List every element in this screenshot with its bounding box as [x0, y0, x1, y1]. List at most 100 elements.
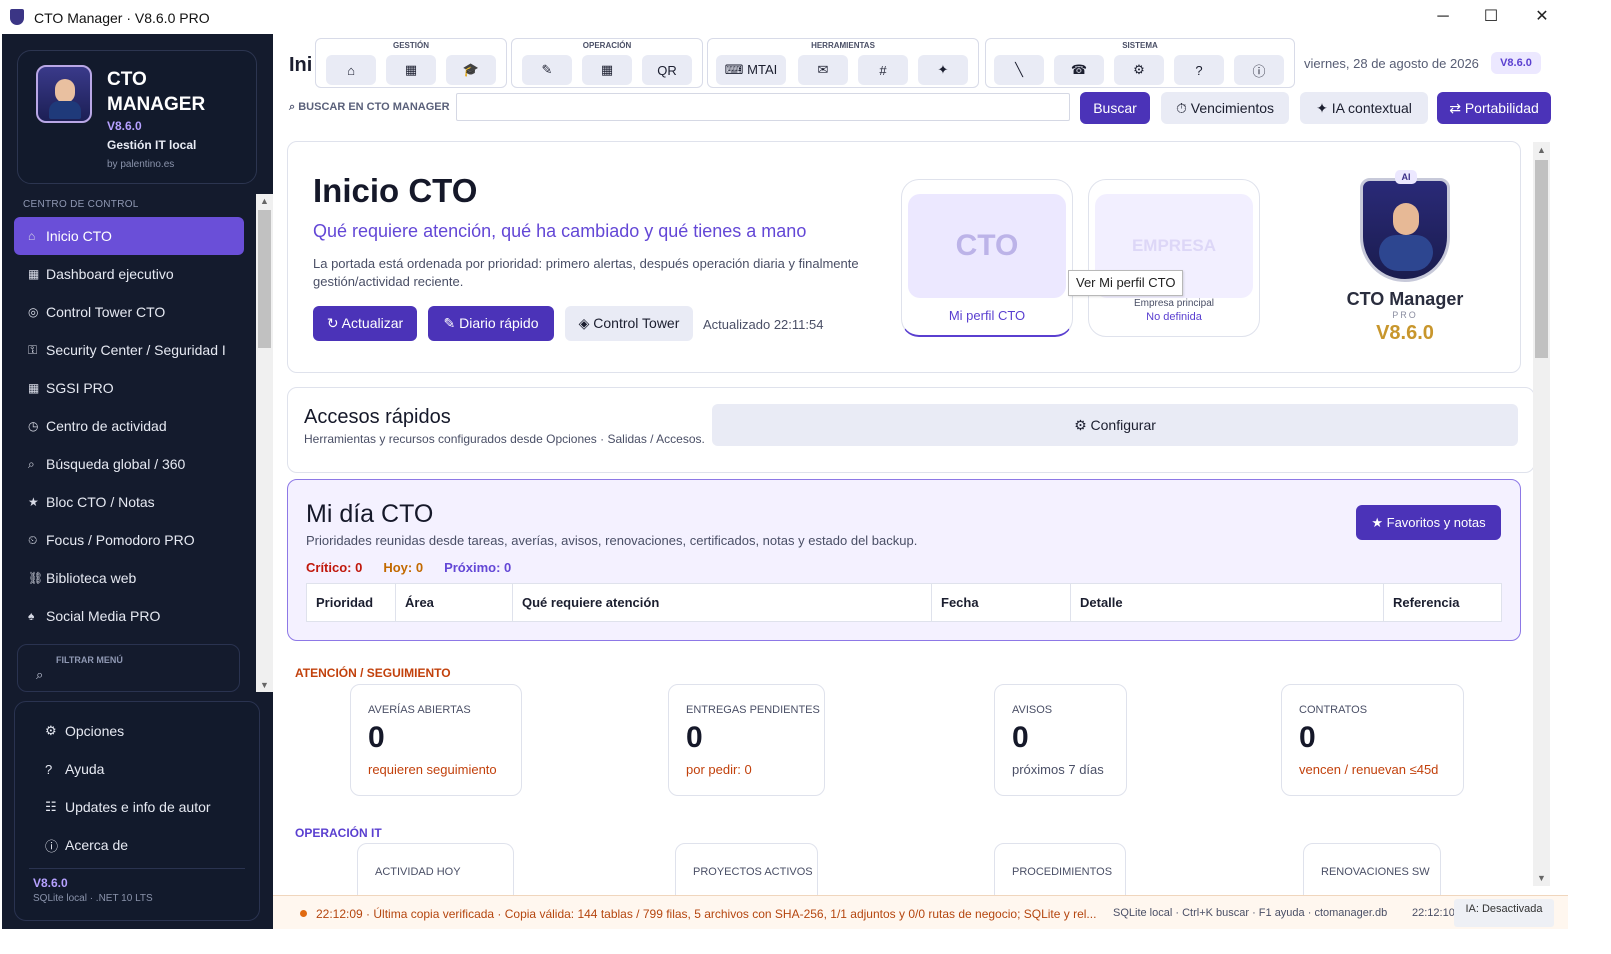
edit-button[interactable]: ✎: [522, 55, 572, 85]
kpi-card-contratos[interactable]: CONTRATOS 0 vencen / renuevan ≤45d: [1281, 684, 1464, 796]
sparkle-button[interactable]: ✦: [918, 55, 968, 85]
control-tower-button[interactable]: ◈ Control Tower: [565, 306, 693, 341]
sidebar-item-focus[interactable]: ⏲ Focus / Pomodoro PRO: [14, 521, 244, 559]
list-icon: ☷: [45, 799, 57, 814]
toolbar-group-sistema: SISTEMA ╲ ☎ ⚙ ? ⓘ: [985, 38, 1295, 88]
scroll-down-arrow-icon[interactable]: ▼: [256, 680, 273, 690]
sidebar-scrollbar[interactable]: ▲ ▼: [256, 194, 273, 692]
dashboard-button[interactable]: ▦: [386, 55, 436, 85]
search-icon: ⌕: [28, 456, 35, 471]
global-search-input[interactable]: [456, 93, 1070, 121]
tools-button[interactable]: ╲: [994, 55, 1044, 85]
page-title: Inicio CTO: [313, 172, 478, 209]
ia-status-button[interactable]: IA: Desactivada: [1454, 899, 1554, 927]
company-profile-card[interactable]: EMPRESA Empresa principal No definida: [1088, 179, 1260, 337]
kpi-card-renovaciones[interactable]: RENOVACIONES SW: [1303, 843, 1441, 895]
sidebar-item-updates[interactable]: ☷ Updates e info de autor: [15, 788, 261, 826]
lock-icon: ⚿: [28, 342, 38, 357]
configurar-button[interactable]: ⚙ Configurar: [712, 404, 1518, 446]
mtai-button[interactable]: ⌨ MTAI: [716, 55, 786, 85]
close-button[interactable]: ✕: [1528, 6, 1556, 28]
settings-button[interactable]: ⚙: [1114, 55, 1164, 85]
updated-timestamp: Actualizado 22:11:54: [703, 317, 824, 332]
column-header[interactable]: Detalle: [1071, 584, 1384, 621]
mail-button[interactable]: ✉: [798, 55, 848, 85]
column-header[interactable]: Prioridad: [307, 584, 396, 621]
scroll-down-arrow-icon[interactable]: ▼: [1533, 873, 1550, 883]
sidebar-item-security[interactable]: ⚿ Security Center / Seguridad I: [14, 331, 244, 369]
kpi-card-averias[interactable]: AVERÍAS ABIERTAS 0 requieren seguimiento: [350, 684, 522, 796]
column-header[interactable]: Fecha: [932, 584, 1071, 621]
sidebar-item-dashboard[interactable]: ▦ Dashboard ejecutivo: [14, 255, 244, 293]
sidebar-item-library[interactable]: ⛓ Biblioteca web: [14, 559, 244, 597]
brand-subtitle: Gestión IT local: [107, 138, 197, 152]
main-scroll-thumb[interactable]: [1535, 160, 1548, 358]
kpi-card-avisos[interactable]: AVISOS 0 próximos 7 días: [994, 684, 1127, 796]
cto-profile-card[interactable]: CTO Mi perfil CTO: [901, 179, 1073, 337]
kpi-card-actividad[interactable]: ACTIVIDAD HOY: [357, 843, 514, 895]
filter-menu-input[interactable]: FILTRAR MENÚ ⌕: [17, 644, 240, 692]
window-title: CTO Manager · V8.6.0 PRO: [34, 10, 210, 26]
mi-dia-card: Mi día CTO Prioridades reunidas desde ta…: [287, 479, 1521, 641]
kpi-card-proyectos[interactable]: PROYECTOS ACTIVOS: [675, 843, 818, 895]
column-header[interactable]: Área: [396, 584, 513, 621]
sidebar-item-label: Bloc CTO / Notas: [46, 494, 155, 510]
sidebar-item-label: Focus / Pomodoro PRO: [46, 532, 195, 548]
portabilidad-button[interactable]: ⇄ Portabilidad: [1437, 92, 1551, 124]
status-meta: SQLite local · Ctrl+K buscar · F1 ayuda …: [1113, 907, 1388, 919]
info-icon: ⓘ: [45, 838, 59, 854]
main-scrollbar[interactable]: ▲ ▼: [1533, 142, 1550, 886]
grid-button[interactable]: ▦: [582, 55, 632, 85]
sidebar-item-inicio[interactable]: ⌂ Inicio CTO: [14, 217, 244, 255]
sidebar-item-social[interactable]: ♠ Social Media PRO: [14, 597, 244, 635]
priority-table[interactable]: Prioridad Área Qué requiere atención Fec…: [306, 583, 1502, 622]
phone-button[interactable]: ☎: [1054, 55, 1104, 85]
top-toolbar: Ini GESTIÓN ⌂ ▦ 🎓 OPERACIÓN ✎ ▦ QR HERRA…: [273, 34, 1568, 140]
kpi-card-procedimientos[interactable]: PROCEDIMIENTOS: [994, 843, 1126, 895]
actualizar-button[interactable]: ↻ Actualizar: [313, 306, 417, 341]
group-label: HERRAMIENTAS: [811, 41, 875, 50]
buscar-button[interactable]: Buscar: [1080, 92, 1150, 124]
scroll-up-arrow-icon[interactable]: ▲: [256, 196, 273, 206]
brand-version: V8.6.0: [107, 119, 142, 133]
sidebar-item-label: Updates e info de autor: [65, 799, 211, 815]
sidebar-item-label: Búsqueda global / 360: [46, 456, 186, 472]
kpi-label: AVERÍAS ABIERTAS: [368, 704, 471, 716]
sidebar-item-label: Ayuda: [65, 761, 105, 777]
ia-contextual-button[interactable]: ✦ IA contextual: [1300, 92, 1428, 124]
column-header[interactable]: Referencia: [1384, 584, 1501, 621]
sidebar-item-sgsi[interactable]: ▦ SGSI PRO: [14, 369, 244, 407]
sidebar-item-acerca[interactable]: ⓘ Acerca de: [15, 826, 261, 864]
sidebar-scroll-thumb[interactable]: [258, 210, 271, 348]
sidebar-item-label: Biblioteca web: [46, 570, 137, 586]
grid-icon: ▦: [28, 381, 40, 395]
scroll-up-arrow-icon[interactable]: ▲: [1533, 145, 1550, 155]
kpi-value: 0: [1299, 721, 1316, 754]
sidebar-item-opciones[interactable]: ⚙ Opciones: [15, 712, 261, 750]
minimize-button[interactable]: ─: [1429, 6, 1457, 28]
sidebar-item-control-tower[interactable]: ◎ Control Tower CTO: [14, 293, 244, 331]
column-header[interactable]: Qué requiere atención: [513, 584, 932, 621]
attention-heading: ATENCIÓN / SEGUIMIENTO: [295, 666, 451, 680]
status-bar: 22:12:09 · Última copia verificada · Cop…: [273, 895, 1568, 929]
kpi-label: AVISOS: [1012, 704, 1053, 716]
qr-button[interactable]: QR: [642, 55, 692, 85]
kpi-note: vencen / renuevan ≤45d: [1299, 762, 1439, 777]
home-button[interactable]: ⌂: [326, 55, 376, 85]
kpi-label: RENOVACIONES SW: [1321, 866, 1430, 878]
maximize-button[interactable]: ☐: [1477, 6, 1505, 28]
about-button[interactable]: ⓘ: [1234, 55, 1284, 85]
cto-manager-logo: [1360, 178, 1450, 282]
quick-access-title: Accesos rápidos: [304, 406, 451, 428]
diario-rapido-button[interactable]: ✎ Diario rápido: [428, 306, 554, 341]
sidebar-item-activity[interactable]: ◷ Centro de actividad: [14, 407, 244, 445]
sidebar-item-ayuda[interactable]: ? Ayuda: [15, 750, 261, 788]
vencimientos-button[interactable]: ⏱ Vencimientos: [1161, 92, 1289, 124]
training-button[interactable]: 🎓: [446, 55, 496, 85]
help-button[interactable]: ?: [1174, 55, 1224, 85]
sidebar-item-search[interactable]: ⌕ Búsqueda global / 360: [14, 445, 244, 483]
hash-button[interactable]: #: [858, 55, 908, 85]
sidebar-item-notes[interactable]: ★ Bloc CTO / Notas: [14, 483, 244, 521]
favoritos-notas-button[interactable]: ★ Favoritos y notas: [1356, 505, 1501, 540]
kpi-card-entregas[interactable]: ENTREGAS PENDIENTES 0 por pedir: 0: [668, 684, 825, 796]
